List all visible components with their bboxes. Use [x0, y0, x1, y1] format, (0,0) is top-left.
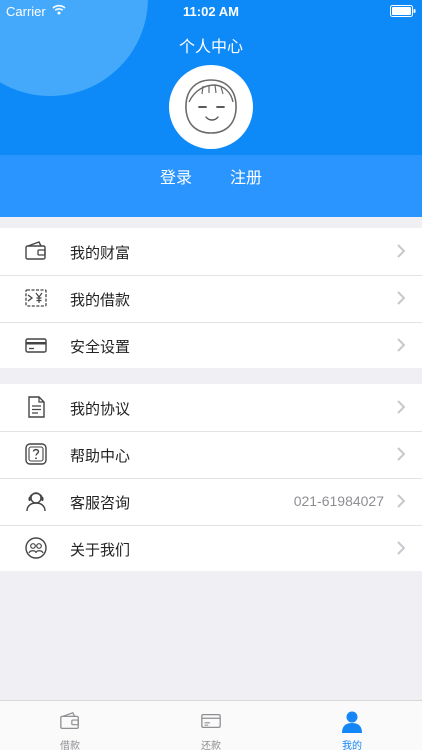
chevron-right-icon: [397, 400, 405, 414]
avatar-face-icon: [185, 79, 237, 134]
menu-item-help-center[interactable]: 帮助中心: [0, 431, 422, 478]
tab-label: 我的: [342, 741, 362, 750]
menu-item-label: 我的协议: [70, 400, 131, 418]
loan-yen-icon: [25, 289, 47, 307]
service-phone-number[interactable]: 021-61984027: [294, 493, 384, 509]
status-bar: Carrier 11:02 AM: [0, 0, 422, 22]
status-time: 11:02 AM: [183, 4, 239, 19]
help-icon: [25, 443, 47, 465]
menu-item-my-agreements[interactable]: 我的协议: [0, 384, 422, 431]
menu-item-label: 帮助中心: [70, 447, 131, 465]
menu-item-my-loans[interactable]: 我的借款: [0, 275, 422, 322]
chevron-right-icon: [397, 541, 405, 555]
battery-icon: [390, 5, 416, 17]
menu-item-label: 安全设置: [70, 338, 131, 356]
page-title: 个人中心: [178, 37, 243, 56]
chevron-right-icon: [397, 494, 405, 508]
tab-mine[interactable]: 我的: [282, 701, 422, 750]
menu-item-label: 我的借款: [70, 291, 131, 309]
menu-item-security-settings[interactable]: 安全设置: [0, 322, 422, 369]
auth-actions: 登录 注册: [0, 164, 422, 188]
wallet-icon: [25, 241, 46, 260]
wallet-icon: [60, 711, 79, 729]
chevron-right-icon: [397, 447, 405, 461]
person-icon: [342, 711, 362, 733]
document-icon: [28, 396, 45, 418]
about-us-icon: [25, 537, 47, 559]
tab-label: 还款: [201, 741, 221, 750]
chevron-right-icon: [397, 291, 405, 305]
menu-item-customer-service[interactable]: 客服咨询 021-61984027: [0, 478, 422, 525]
menu-item-label: 关于我们: [70, 541, 131, 559]
card-icon: [201, 713, 221, 729]
menu-item-label: 客服咨询: [70, 494, 131, 512]
chevron-right-icon: [397, 338, 405, 352]
avatar[interactable]: [169, 65, 253, 149]
tab-repay[interactable]: 还款: [141, 701, 281, 750]
tab-borrow[interactable]: 借款: [0, 701, 140, 750]
chevron-right-icon: [397, 244, 405, 258]
profile-header: Carrier 11:02 AM 个人中心 登录 注册: [0, 0, 422, 217]
menu-item-my-wealth[interactable]: 我的财富: [0, 228, 422, 275]
card-icon: [25, 338, 47, 353]
login-button[interactable]: 登录: [156, 164, 196, 188]
customer-service-icon: [26, 492, 46, 512]
menu-group-1: 我的财富 我的借款 安全设置: [0, 228, 422, 368]
menu-group-2: 我的协议 帮助中心 客服咨询 021-61984027 关于我们: [0, 384, 422, 571]
register-button[interactable]: 注册: [226, 164, 266, 188]
tab-label: 借款: [60, 741, 80, 750]
tab-bar: 借款 还款 我的: [0, 700, 422, 750]
menu-item-about-us[interactable]: 关于我们: [0, 525, 422, 572]
menu-item-label: 我的财富: [70, 244, 131, 262]
